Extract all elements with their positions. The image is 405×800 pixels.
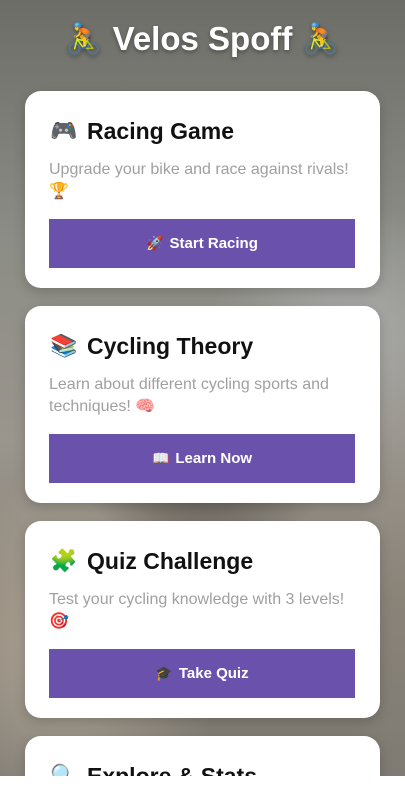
take-quiz-button[interactable]: 🎓 Take Quiz [49,649,355,698]
rocket-icon: 🚀 [146,235,164,252]
learn-now-button[interactable]: 📖 Learn Now [49,434,355,483]
card-description: Test your cycling knowledge with 3 level… [49,589,356,631]
card-title-text: Quiz Challenge [87,547,254,574]
cyclist-icon-right: 🚴 [302,21,340,57]
start-racing-button-label: Start Racing [169,235,258,252]
app-title: Velos Spoff [112,20,293,57]
books-icon: 📚 [50,333,78,359]
take-quiz-button-label: Take Quiz [178,665,249,682]
gamepad-icon: 🎮 [50,118,78,144]
card-description-text: Learn about different cycling sports and… [49,376,329,415]
card-description-text: Upgrade your bike and race against rival… [49,161,349,178]
puzzle-icon: 🧩 [50,548,78,574]
card-description-text: Test your cycling knowledge with 3 level… [49,591,345,608]
card-title: 🎮 Racing Game [49,115,356,147]
quiz-challenge-card: 🧩 Quiz Challenge Test your cycling knowl… [25,521,380,718]
card-description: Upgrade your bike and race against rival… [49,159,356,201]
card-title-text: Cycling Theory [87,332,254,359]
card-title: 🧩 Quiz Challenge [49,545,356,577]
trophy-icon: 🏆 [49,181,69,200]
bottom-edge [0,776,405,800]
cycling-theory-card: 📚 Cycling Theory Learn about different c… [25,306,380,503]
target-icon: 🎯 [49,611,69,630]
open-book-icon: 📖 [151,450,170,467]
graduation-cap-icon: 🎓 [155,665,173,682]
start-racing-button[interactable]: 🚀 Start Racing [49,219,355,268]
brain-icon: 🧠 [135,396,156,415]
card-title-text: Racing Game [87,117,234,144]
app-header: 🚴 Velos Spoff 🚴 [0,14,405,64]
cyclist-icon-left: 🚴 [65,21,103,57]
card-title: 📚 Cycling Theory [49,330,356,362]
racing-game-card: 🎮 Racing Game Upgrade your bike and race… [25,91,380,288]
card-description: Learn about different cycling sports and… [49,374,356,416]
learn-now-button-label: Learn Now [175,450,253,467]
